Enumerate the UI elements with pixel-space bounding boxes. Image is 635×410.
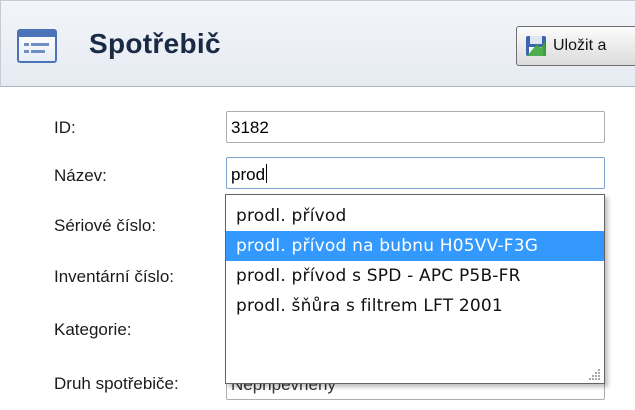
- category-label: Kategorie:: [54, 320, 132, 339]
- autocomplete-item[interactable]: prodl. přívod: [226, 201, 604, 231]
- id-label: ID:: [54, 118, 76, 137]
- autocomplete-item-selected[interactable]: prodl. přívod na bubnu H05VV-F3G: [226, 231, 604, 261]
- autocomplete-dropdown[interactable]: prodl. přívod prodl. přívod na bubnu H05…: [225, 194, 605, 384]
- page-title: Spotřebič: [89, 28, 221, 59]
- form-header: Spotřebič Uložit a: [0, 0, 635, 87]
- serial-number-label: Sériové číslo:: [54, 216, 157, 235]
- form-icon: [17, 29, 57, 63]
- save-button-label: Uložit a: [553, 37, 607, 54]
- autocomplete-item[interactable]: prodl. přívod s SPD - APC P5B-FR: [226, 261, 604, 291]
- name-field-value: prod: [231, 165, 266, 184]
- id-field[interactable]: 3182: [226, 111, 605, 143]
- name-field[interactable]: prod: [226, 157, 605, 189]
- name-label: Název:: [54, 166, 107, 185]
- autocomplete-item[interactable]: prodl. šňůra s filtrem LFT 2001: [226, 291, 604, 321]
- save-disk-icon: [525, 35, 547, 57]
- save-button[interactable]: Uložit a: [516, 26, 635, 66]
- resize-grip-icon[interactable]: [589, 368, 601, 380]
- appliance-type-label: Druh spotřebiče:: [54, 374, 179, 393]
- text-caret: [266, 164, 268, 183]
- inventory-number-label: Inventární číslo:: [54, 267, 175, 286]
